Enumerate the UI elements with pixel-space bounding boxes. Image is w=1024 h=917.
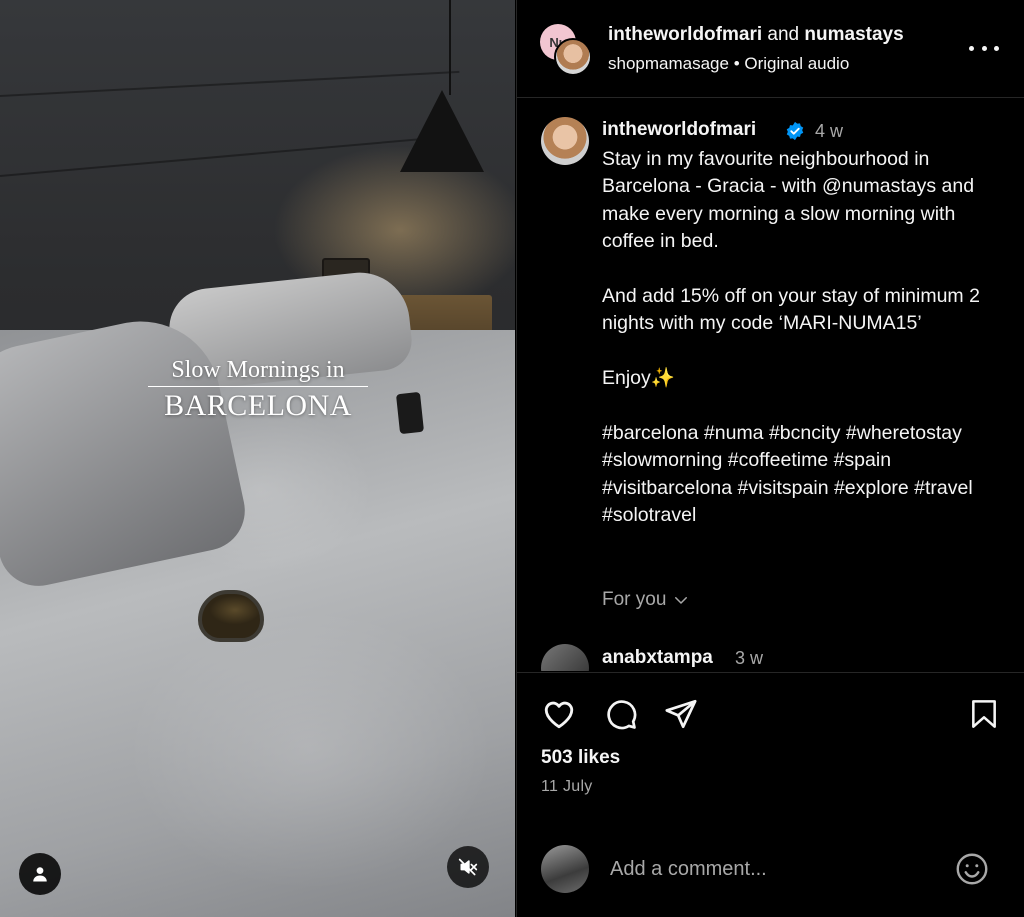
comment-author-avatar[interactable] (541, 644, 589, 671)
pendant-lamp (400, 90, 484, 172)
overlay-line-1: Slow Mornings in (148, 357, 368, 387)
audio-separator: • (733, 54, 740, 73)
post-header: Nu intheworldofmari and numastays shopma… (517, 0, 1024, 98)
collaborator-username-link[interactable]: numastays (804, 24, 903, 45)
caption-text: Stay in my favourite neighbourhood in Ba… (602, 146, 1012, 530)
comment-timestamp[interactable]: 3 w (735, 648, 763, 669)
caption-author-avatar[interactable] (541, 117, 589, 165)
post-actions: 503 likes 11 July (517, 672, 1024, 917)
comment-bubble-icon (607, 700, 637, 730)
for-you-label: For you (602, 589, 667, 610)
comment-username-link[interactable]: anabxtampa (602, 647, 713, 669)
post-details-panel: Nu intheworldofmari and numastays shopma… (516, 0, 1024, 917)
smiley-icon (956, 853, 988, 885)
more-horizontal-icon (994, 45, 999, 51)
caption-paragraph: And add 15% off on your stay of minimum … (602, 285, 980, 335)
speaker-muted-icon (458, 858, 478, 876)
more-options-button[interactable] (969, 38, 999, 58)
author-username-link[interactable]: intheworldofmari (608, 24, 762, 45)
current-user-avatar (541, 845, 589, 893)
post-date[interactable]: 11 July (541, 778, 593, 796)
add-comment-input[interactable] (610, 853, 930, 885)
chevron-down-icon (675, 597, 688, 604)
add-comment-bar (517, 822, 1024, 917)
likes-count[interactable]: 503 likes (541, 747, 620, 769)
overlay-line-2: BARCELONA (164, 389, 352, 422)
caption-paragraph: Enjoy✨ (602, 367, 676, 390)
audio-account-link[interactable]: shopmamasage (608, 54, 729, 73)
comment-button[interactable] (602, 695, 640, 733)
caption-paragraph: Stay in my favourite neighbourhood in Ba… (602, 148, 975, 253)
caption-hashtags[interactable]: #barcelona #numa #bcncity #wheretostay #… (602, 420, 1012, 530)
more-horizontal-icon (969, 45, 974, 51)
more-horizontal-icon (981, 45, 987, 51)
person-icon (33, 867, 47, 882)
post-authors: intheworldofmari and numastays (608, 24, 904, 46)
original-audio-link[interactable]: Original audio (744, 54, 849, 73)
bookmark-icon (972, 700, 996, 728)
video-overlay-title: Slow Mornings in BARCELONA (140, 357, 376, 423)
caption-username-link[interactable]: intheworldofmari (602, 119, 756, 141)
heart-icon (544, 701, 574, 729)
share-button[interactable] (662, 695, 700, 733)
lamp-cord (449, 0, 451, 95)
post-media[interactable]: Slow Mornings in BARCELONA (0, 0, 515, 917)
coffee-cup (198, 590, 264, 642)
tagged-users-button[interactable] (19, 853, 61, 895)
author-avatar[interactable] (554, 38, 592, 76)
audio-line: shopmamasage • Original audio (608, 54, 849, 74)
paper-plane-icon (665, 699, 697, 729)
like-button[interactable] (540, 695, 578, 733)
authors-connector: and (767, 24, 800, 45)
wall-panel-line (0, 70, 460, 97)
wall-panel-line (0, 136, 439, 177)
caption-timestamp[interactable]: 4 w (815, 121, 843, 142)
phone-on-bed (395, 391, 425, 435)
collab-avatars[interactable]: Nu (540, 24, 592, 76)
comments-scroll-area[interactable]: intheworldofmari 4 w Stay in my favourit… (517, 99, 1024, 671)
mute-toggle-button[interactable] (447, 846, 489, 888)
verified-badge-icon (786, 121, 804, 141)
for-you-dropdown[interactable]: For you (602, 589, 690, 611)
emoji-picker-button[interactable] (953, 850, 991, 888)
save-button[interactable] (965, 695, 1003, 733)
